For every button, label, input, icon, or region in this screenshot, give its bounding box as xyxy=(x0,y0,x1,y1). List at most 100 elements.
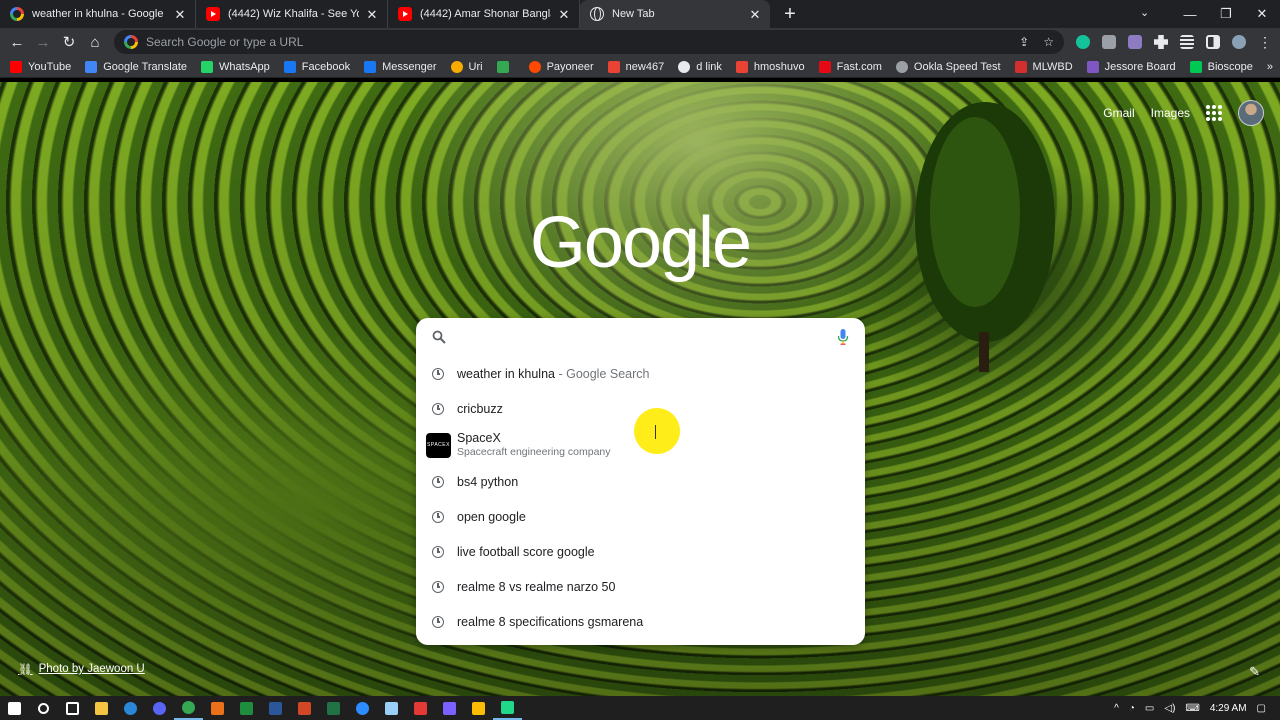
taskbar-word[interactable] xyxy=(261,696,290,720)
tab-search-icon[interactable]: ⌄ xyxy=(1140,6,1149,19)
taskbar-notepad[interactable] xyxy=(377,696,406,720)
bookmark-item[interactable]: hmoshuvo xyxy=(735,60,805,73)
suggestion-item[interactable]: weather in khulna - Google Search xyxy=(416,356,865,391)
omnibox[interactable]: Search Google or type a URL ⇪ ☆ xyxy=(114,30,1064,54)
history-clock-icon xyxy=(432,367,444,380)
bookmark-item[interactable]: Bioscope xyxy=(1189,60,1253,73)
photo-attribution-link[interactable]: ⛓ Photo by Jaewoon U xyxy=(18,662,145,676)
bookmark-item[interactable]: new467 xyxy=(607,60,664,73)
bookmark-item[interactable]: Google Translate xyxy=(85,60,187,73)
tab-wiz-khalifa[interactable]: (4442) Wiz Khalifa - See You Again ✕ xyxy=(196,0,388,28)
bookmark-item[interactable]: WhatsApp xyxy=(201,60,270,73)
mlwbd-icon xyxy=(1014,60,1027,73)
bookmark-item[interactable]: MLWBD xyxy=(1014,60,1073,73)
profile-avatar-icon[interactable] xyxy=(1232,35,1246,49)
avatar[interactable] xyxy=(1238,100,1264,126)
app-green-icon xyxy=(240,701,253,715)
taskbar-excel[interactable] xyxy=(319,696,348,720)
grammarly-icon[interactable] xyxy=(1076,35,1090,49)
suggestion-item[interactable]: realme 8 vs realme narzo 50 xyxy=(416,569,865,604)
suggestion-text: live football score google xyxy=(457,544,595,559)
history-clock-icon xyxy=(432,475,444,488)
reload-button[interactable]: ↻ xyxy=(56,29,82,55)
taskbar-windows-start[interactable] xyxy=(0,696,29,720)
entity-title: SpaceX xyxy=(457,431,501,445)
close-icon[interactable]: ✕ xyxy=(557,7,571,21)
taskbar-app-orange[interactable] xyxy=(203,696,232,720)
taskbar-search[interactable] xyxy=(29,696,58,720)
customize-pencil-icon[interactable]: ✎ xyxy=(1249,664,1260,680)
bookmark-item[interactable] xyxy=(496,60,515,73)
volume-icon[interactable]: ◁) xyxy=(1164,703,1175,714)
taskbar-app-purple[interactable] xyxy=(435,696,464,720)
bookmark-item[interactable]: Jessore Board xyxy=(1086,60,1176,73)
close-icon[interactable]: ✕ xyxy=(365,7,379,21)
close-window-button[interactable]: ✕ xyxy=(1244,6,1280,22)
facebook-icon xyxy=(364,60,377,73)
history-clock-icon xyxy=(432,402,444,415)
taskbar-app-multi[interactable] xyxy=(464,696,493,720)
bookmark-item[interactable]: Payoneer xyxy=(528,60,594,73)
keyboard-icon[interactable]: ⌨ xyxy=(1185,703,1199,714)
bookmark-label: d link xyxy=(696,60,722,73)
puzzle-icon[interactable] xyxy=(1154,35,1168,49)
taskbar-pycharm[interactable] xyxy=(493,696,522,720)
maximize-button[interactable]: ❐ xyxy=(1208,6,1244,22)
chevron-up-icon[interactable]: ^ xyxy=(1114,703,1119,714)
suggestion-item[interactable]: open google xyxy=(416,499,865,534)
tab-weather[interactable]: weather in khulna - Google Search ✕ xyxy=(0,0,196,28)
tab-new-tab[interactable]: New Tab ✕ xyxy=(580,0,770,28)
forward-button[interactable]: → xyxy=(30,29,56,55)
pen-icon[interactable] xyxy=(1128,35,1142,49)
tab-title: weather in khulna - Google Search xyxy=(32,8,167,20)
taskbar-app-blue[interactable] xyxy=(116,696,145,720)
wifi-icon[interactable]: ◔ xyxy=(1129,703,1135,714)
youtube-icon xyxy=(398,7,412,21)
taskbar-file-explorer[interactable] xyxy=(87,696,116,720)
close-icon[interactable]: ✕ xyxy=(173,7,187,21)
suggestion-text: realme 8 vs realme narzo 50 xyxy=(457,579,616,594)
camera-icon[interactable] xyxy=(1102,35,1116,49)
more-bookmarks-chevron-icon[interactable]: » xyxy=(1267,61,1273,73)
discord-icon xyxy=(153,701,166,715)
google-icon xyxy=(10,7,24,21)
minimize-button[interactable]: — xyxy=(1172,7,1208,22)
network-icon[interactable]: ▭ xyxy=(1145,703,1154,714)
clock-time[interactable]: 4:29 AM xyxy=(1210,703,1247,714)
bookmark-item[interactable]: d link xyxy=(678,60,722,73)
menu-icon[interactable]: ⋮ xyxy=(1258,34,1272,51)
taskbar-chrome[interactable] xyxy=(174,696,203,720)
taskbar-app-red[interactable] xyxy=(406,696,435,720)
file-explorer-icon xyxy=(95,701,108,715)
bookmark-item[interactable]: Ookla Speed Test xyxy=(895,60,1001,73)
suggestion-item[interactable]: bs4 python xyxy=(416,464,865,499)
taskbar-zoom[interactable] xyxy=(348,696,377,720)
share-icon[interactable]: ⇪ xyxy=(1019,35,1029,49)
close-icon[interactable]: ✕ xyxy=(748,7,762,21)
new-tab-button[interactable]: + xyxy=(776,0,804,28)
bookmark-item[interactable]: Messenger xyxy=(364,60,437,73)
youtube-icon xyxy=(10,60,22,73)
taskbar-discord[interactable] xyxy=(145,696,174,720)
images-link[interactable]: Images xyxy=(1151,106,1190,120)
side-panel-icon[interactable] xyxy=(1206,35,1220,49)
bookmark-item[interactable]: Uri xyxy=(450,60,483,73)
microphone-icon[interactable] xyxy=(837,329,849,345)
home-button[interactable]: ⌂ xyxy=(82,29,108,55)
taskbar-app-green[interactable] xyxy=(232,696,261,720)
notifications-icon[interactable]: ▢ xyxy=(1257,703,1266,714)
tab-amar-shonar-bangla[interactable]: (4442) Amar Shonar Bangla (Rabindranath)… xyxy=(388,0,580,28)
gmail-link[interactable]: Gmail xyxy=(1103,106,1134,120)
bookmark-item[interactable]: Facebook xyxy=(283,60,350,73)
bookmark-star-icon[interactable]: ☆ xyxy=(1043,35,1054,49)
suggestion-item[interactable]: live football score google xyxy=(416,534,865,569)
back-button[interactable]: ← xyxy=(4,29,30,55)
taskbar-powerpoint[interactable] xyxy=(290,696,319,720)
media-icon[interactable] xyxy=(1180,35,1194,49)
bookmark-item[interactable]: Fast.com xyxy=(818,60,882,73)
apps-grid-icon[interactable] xyxy=(1206,105,1222,121)
bookmark-item[interactable]: YouTube xyxy=(10,60,71,73)
suggestion-item[interactable]: realme 8 specifications gsmarena xyxy=(416,604,865,639)
taskbar-task-view[interactable] xyxy=(58,696,87,720)
search-input[interactable] xyxy=(458,329,837,345)
